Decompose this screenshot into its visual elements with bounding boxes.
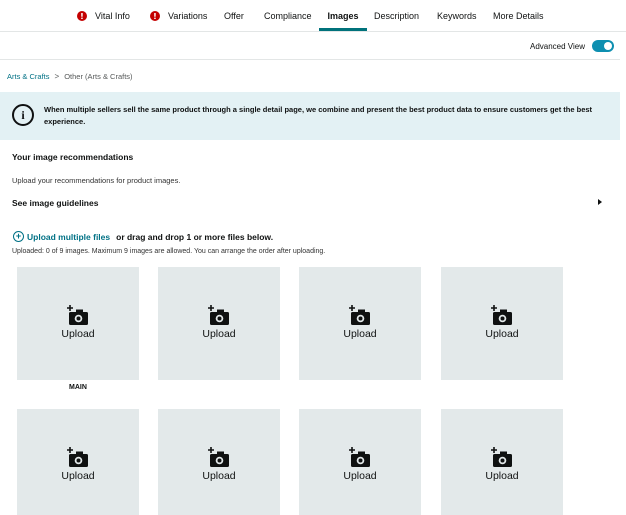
image-upload-tile[interactable]: Upload	[441, 409, 563, 515]
tab-label: Offer	[224, 11, 244, 21]
add-camera-icon	[349, 447, 370, 467]
tab-label: Description	[374, 11, 420, 21]
error-icon: !	[77, 11, 87, 21]
toggle-knob	[604, 42, 612, 50]
tab-label: Compliance	[264, 11, 312, 21]
image-upload-tile[interactable]: Upload	[299, 409, 421, 515]
image-upload-tile[interactable]: Upload	[17, 267, 139, 380]
tab-label: Images	[327, 11, 359, 21]
breadcrumb-current: Other (Arts & Crafts)	[64, 72, 133, 81]
breadcrumb: Arts & Crafts > Other (Arts & Crafts)	[7, 72, 133, 81]
info-icon: i	[12, 104, 34, 126]
add-camera-icon	[208, 305, 229, 325]
section-title: Your image recommendations	[12, 152, 134, 162]
tab-label: Variations	[168, 11, 208, 21]
upload-bar: + Upload multiple files or drag and drop…	[13, 231, 273, 242]
add-camera-icon	[208, 447, 229, 467]
upload-label: Upload	[202, 470, 236, 482]
expand-arrow-icon[interactable]	[598, 199, 602, 205]
tab-images[interactable]: Images	[319, 0, 367, 32]
image-upload-tile[interactable]: Upload	[17, 409, 139, 515]
drag-drop-hint: or drag and drop 1 or more files below.	[116, 231, 274, 242]
image-upload-tile[interactable]: Upload	[299, 267, 421, 380]
upload-status: Uploaded: 0 of 9 images. Maximum 9 image…	[12, 248, 326, 255]
plus-circle-icon[interactable]: +	[13, 231, 24, 242]
info-banner: i When multiple sellers sell the same pr…	[0, 92, 620, 140]
upload-label: Upload	[202, 328, 236, 340]
upload-label: Upload	[61, 470, 95, 482]
add-camera-icon	[491, 447, 512, 467]
upload-label: Upload	[61, 328, 95, 340]
tab-label: Vital Info	[95, 11, 130, 21]
add-camera-icon	[67, 447, 88, 467]
breadcrumb-separator: >	[54, 72, 60, 81]
tab-label: More Details	[493, 11, 544, 21]
image-upload-tile[interactable]: Upload	[158, 267, 280, 380]
add-camera-icon	[491, 305, 512, 325]
add-camera-icon	[349, 305, 370, 325]
main-image-caption: MAIN	[69, 384, 87, 391]
upload-label: Upload	[343, 470, 377, 482]
add-camera-icon	[67, 305, 88, 325]
divider	[0, 59, 620, 60]
tab-compliance[interactable]: Compliance	[264, 0, 312, 32]
info-banner-text: When multiple sellers sell the same prod…	[44, 105, 593, 126]
advanced-view-control: Advanced View	[530, 40, 614, 52]
error-icon: !	[150, 11, 160, 21]
breadcrumb-link[interactable]: Arts & Crafts	[7, 72, 50, 81]
tab-vital-info[interactable]: ! Vital Info	[77, 0, 130, 32]
image-upload-tile[interactable]: Upload	[158, 409, 280, 515]
upload-label: Upload	[343, 328, 377, 340]
image-upload-tile[interactable]: Upload	[441, 267, 563, 380]
tab-bar: ! Vital Info ! Variations Offer Complian…	[0, 0, 626, 32]
tab-description[interactable]: Description	[374, 0, 419, 32]
upload-label: Upload	[485, 470, 519, 482]
tab-keywords[interactable]: Keywords	[437, 0, 477, 32]
image-guidelines-link[interactable]: See image guidelines	[12, 198, 98, 208]
section-subtitle: Upload your recommendations for product …	[12, 176, 181, 185]
tab-more-details[interactable]: More Details	[493, 0, 544, 32]
advanced-view-label: Advanced View	[530, 41, 585, 51]
tab-offer[interactable]: Offer	[224, 0, 244, 32]
tab-variations[interactable]: ! Variations	[150, 0, 207, 32]
tab-label: Keywords	[437, 11, 477, 21]
advanced-view-toggle[interactable]	[592, 40, 614, 52]
upload-multiple-files-link[interactable]: Upload multiple files	[27, 232, 110, 242]
upload-label: Upload	[485, 328, 519, 340]
